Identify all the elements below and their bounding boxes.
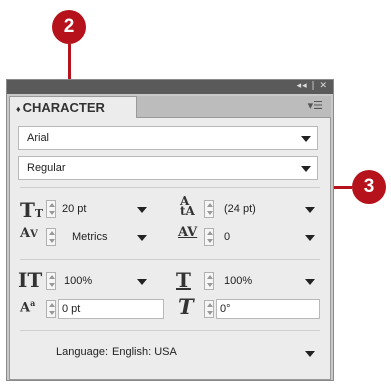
font-family-value: Arial xyxy=(27,132,50,144)
tab-character[interactable]: ♦ CHARACTER xyxy=(9,96,137,118)
font-family-dropdown[interactable]: Arial xyxy=(18,126,318,150)
leading-icon: AtA xyxy=(180,194,195,218)
kerning-value[interactable]: Metrics xyxy=(72,228,107,246)
horizontal-scale-dropdown-arrow[interactable] xyxy=(305,279,315,285)
baseline-shift-stepper[interactable] xyxy=(46,300,56,318)
divider xyxy=(20,330,320,331)
horizontal-scale-icon: T xyxy=(176,268,191,292)
chevron-down-icon[interactable] xyxy=(301,136,311,142)
callout-2: 2 xyxy=(52,10,86,44)
tracking-stepper[interactable] xyxy=(204,228,214,246)
panel-window-controls[interactable]: ◂◂ | ✕ xyxy=(297,81,328,91)
tab-collapse-icon[interactable]: ♦ xyxy=(16,104,21,114)
baseline-shift-icon: Aa xyxy=(20,298,36,316)
panel-body: Arial Regular TT 20 pt AtA (24 pt) AV Me… xyxy=(9,118,331,380)
tab-title: CHARACTER xyxy=(22,100,105,115)
language-label: Language: xyxy=(56,346,108,358)
tracking-dropdown-arrow[interactable] xyxy=(305,235,315,241)
kerning-dropdown-arrow[interactable] xyxy=(137,235,147,241)
leading-stepper[interactable] xyxy=(204,200,214,218)
callout-3: 3 xyxy=(352,170,386,204)
kerning-icon: AV xyxy=(20,226,38,241)
vertical-scale-stepper[interactable] xyxy=(46,272,56,290)
horizontal-scale-stepper[interactable] xyxy=(204,272,214,290)
font-size-icon: TT xyxy=(20,198,44,222)
tracking-icon: AV xyxy=(178,225,198,240)
font-style-dropdown[interactable]: Regular xyxy=(18,156,318,180)
horizontal-scale-value[interactable]: 100% xyxy=(224,272,252,290)
character-panel: ◂◂ | ✕ ♦ CHARACTER ▾☰ Arial Regular TT 20… xyxy=(6,79,334,381)
leading-dropdown-arrow[interactable] xyxy=(305,207,315,213)
tracking-value[interactable]: 0 xyxy=(224,228,230,246)
panel-titlebar[interactable]: ◂◂ | ✕ xyxy=(7,80,333,94)
vertical-scale-icon: IT xyxy=(18,268,43,292)
leading-value[interactable]: (24 pt) xyxy=(224,200,256,218)
font-style-value: Regular xyxy=(27,162,66,174)
chevron-down-icon[interactable] xyxy=(301,166,311,172)
kerning-stepper[interactable] xyxy=(46,228,56,246)
font-size-dropdown-arrow[interactable] xyxy=(137,207,147,213)
language-dropdown-arrow[interactable] xyxy=(305,351,315,357)
vertical-scale-value[interactable]: 100% xyxy=(64,272,92,290)
divider xyxy=(20,187,320,188)
skew-stepper[interactable] xyxy=(204,300,214,318)
skew-input[interactable]: 0° xyxy=(216,299,320,319)
vertical-scale-dropdown-arrow[interactable] xyxy=(137,279,147,285)
tab-bar: ▾☰ xyxy=(137,96,331,118)
skew-icon: T xyxy=(178,294,194,319)
font-size-value[interactable]: 20 pt xyxy=(62,200,86,218)
baseline-shift-input[interactable]: 0 pt xyxy=(58,299,164,319)
font-size-stepper[interactable] xyxy=(46,200,56,218)
language-value[interactable]: English: USA xyxy=(112,346,177,358)
panel-menu-icon[interactable]: ▾☰ xyxy=(308,99,323,112)
divider xyxy=(20,259,320,260)
